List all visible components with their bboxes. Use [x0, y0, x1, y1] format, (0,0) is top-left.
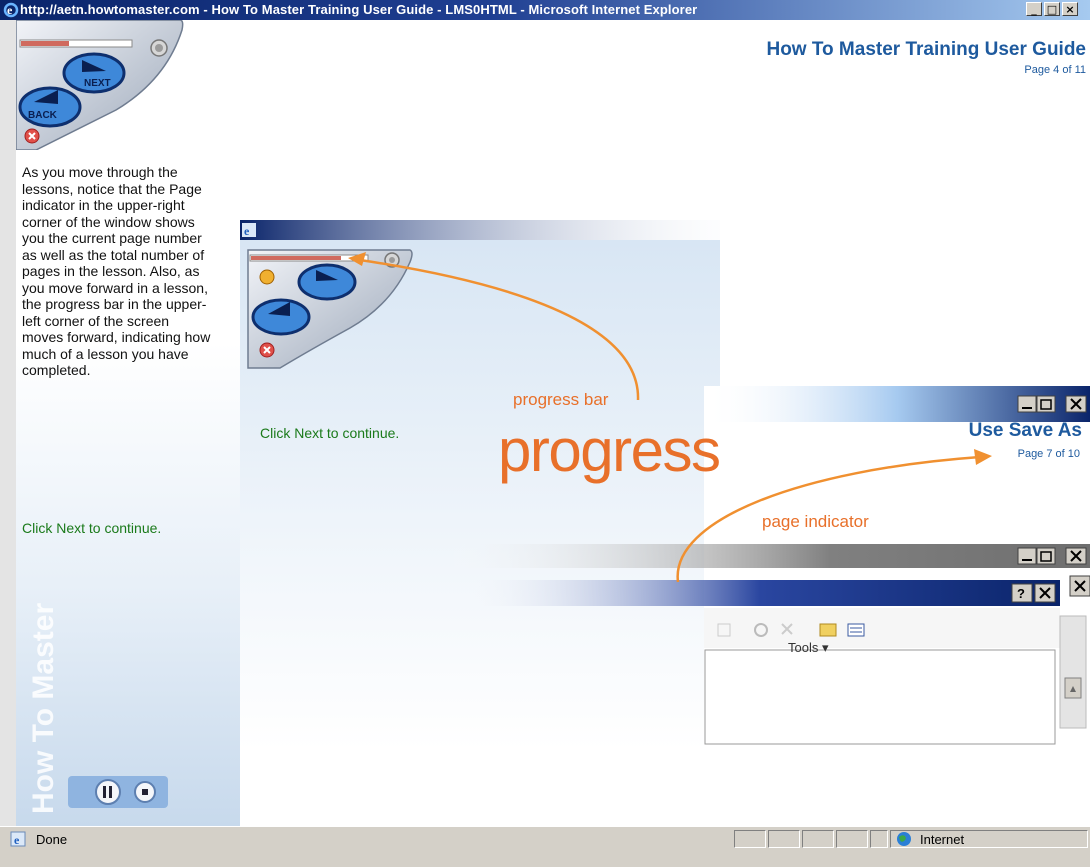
lesson-sidebar: NEXT BACK As you move through the lesson…: [16, 20, 240, 826]
mini-ie-icon: e: [242, 223, 256, 238]
demo-click-next-instruction: Click Next to continue.: [260, 425, 400, 441]
status-cell: [836, 830, 868, 848]
media-controls: [68, 776, 168, 808]
demo-page-title: Use Save As: [968, 420, 1082, 441]
demo-window-controls: [1017, 395, 1087, 413]
window-title-bar: e http://aetn.howtomaster.com - How To M…: [0, 0, 1090, 20]
status-cell: [768, 830, 800, 848]
explorer-window-controls: [1017, 547, 1087, 565]
internet-globe-icon: [897, 832, 911, 846]
how-to-master-watermark: How To Master: [27, 603, 60, 814]
pause-button[interactable]: [95, 779, 121, 805]
svg-text:e: e: [244, 224, 250, 238]
watermark-text: How To Master: [27, 603, 60, 814]
window-controls: _ □ ×: [1026, 2, 1078, 16]
stop-button[interactable]: [134, 781, 156, 803]
close-button[interactable]: ×: [1062, 2, 1078, 16]
minimize-button[interactable]: _: [1026, 2, 1042, 16]
status-cell: [802, 830, 834, 848]
tools-label: Tools: [788, 640, 819, 655]
next-label: NEXT: [84, 78, 111, 89]
page-done-icon: e: [10, 831, 26, 847]
security-zone-text: Internet: [920, 832, 965, 847]
tools-menu: Tools ▾: [788, 640, 829, 655]
browser-left-edge: [0, 20, 17, 826]
click-next-instruction: Click Next to continue.: [22, 520, 162, 536]
svg-text:e: e: [7, 3, 13, 17]
progress-bar: [19, 39, 133, 48]
page-title: How To Master Training User Guide: [766, 39, 1086, 60]
ie-icon: e: [3, 2, 19, 18]
svg-text:e: e: [14, 833, 20, 847]
page-indicator: Page 4 of 11: [1024, 64, 1086, 76]
audio-knob-icon[interactable]: [150, 39, 168, 57]
status-cell: [734, 830, 766, 848]
progress-bar-label: progress bar: [513, 390, 609, 409]
window-bottom-frame: [0, 850, 1090, 867]
back-label: BACK: [28, 110, 58, 121]
status-text: Done: [36, 832, 68, 847]
dialog-help-glyph: ?: [1017, 586, 1025, 601]
lesson-body-text: As you move through the lessons, notice …: [22, 164, 211, 378]
demo-page-indicator: Page 7 of 10: [1017, 448, 1080, 460]
status-bar: e Done Internet: [0, 826, 1090, 850]
status-cell: [870, 830, 888, 848]
window-title: http://aetn.howtomaster.com - How To Mas…: [20, 2, 698, 17]
back-button[interactable]: BACK: [18, 86, 82, 128]
page-indicator-label: page indicator: [762, 512, 869, 531]
maximize-button[interactable]: □: [1044, 2, 1060, 16]
exit-icon[interactable]: [24, 128, 40, 144]
progress-illustration: e ? Click Next to continue. progress bar…: [240, 220, 1090, 750]
progress-headline: progress: [498, 417, 721, 484]
illustration-background: e ?: [240, 220, 1090, 750]
